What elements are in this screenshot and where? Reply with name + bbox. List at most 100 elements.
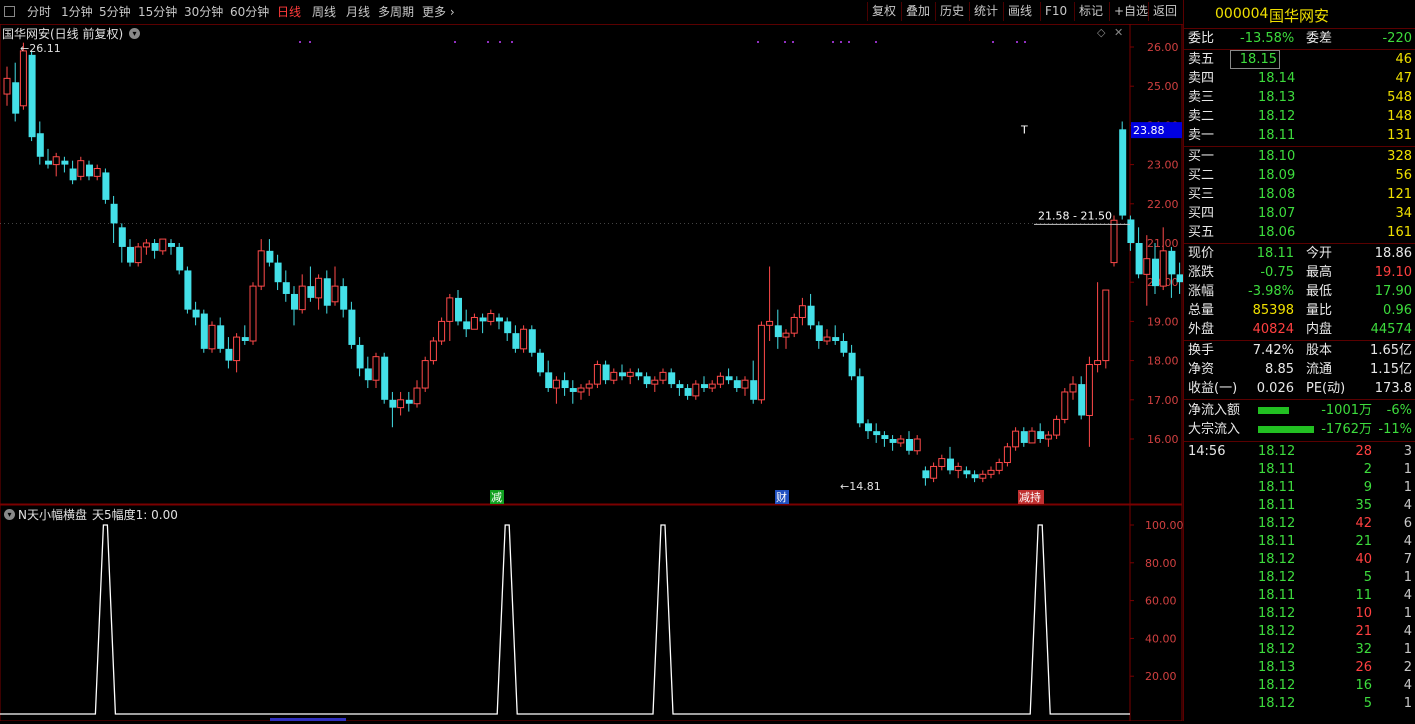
tool-button[interactable]: 画线 xyxy=(1003,2,1036,21)
candle-body xyxy=(790,316,798,334)
buy-row[interactable]: 买一 18.10 328 xyxy=(1184,147,1415,166)
candle-body xyxy=(291,293,298,310)
tool-button[interactable]: F10 xyxy=(1040,2,1071,21)
tick-volume: 21 xyxy=(1355,534,1372,549)
candle-body xyxy=(577,387,585,393)
candle-body xyxy=(405,399,413,404)
sell-label: 卖一 xyxy=(1188,128,1215,143)
indicator-line xyxy=(0,524,1130,715)
indicator-chevron-icon[interactable]: ▾ xyxy=(4,509,15,520)
period-tab[interactable]: 更多 › xyxy=(422,3,455,21)
high-price-label: ←26.11 xyxy=(20,42,61,55)
stat-value: -3.98% xyxy=(1248,284,1294,299)
stat-label: PE(动) xyxy=(1306,381,1346,396)
event-tag[interactable]: 减持 xyxy=(1019,490,1041,504)
y-tick-label: 19.00 xyxy=(1147,315,1179,328)
sell-volume: 46 xyxy=(1395,52,1412,67)
stat-row: 换手 7.42% 股本 1.65亿 xyxy=(1184,341,1415,360)
period-tab[interactable]: 15分钟 xyxy=(138,3,177,21)
candle-body xyxy=(840,341,848,353)
candle-body xyxy=(192,309,200,318)
period-tab[interactable]: 1分钟 xyxy=(61,3,93,21)
tick-count: 1 xyxy=(1403,570,1412,585)
period-tab[interactable]: 周线 xyxy=(312,3,336,21)
candle-body xyxy=(520,328,528,350)
period-tab[interactable]: 5分钟 xyxy=(99,3,131,21)
period-tab[interactable]: 60分钟 xyxy=(230,3,269,21)
event-tag[interactable]: 减 xyxy=(491,491,502,504)
candle-body xyxy=(897,438,905,444)
tick-row: 18.11 35 4 xyxy=(1184,497,1415,515)
t-marker: T xyxy=(1020,123,1028,136)
buy-label: 买一 xyxy=(1188,149,1215,164)
weibi-row: 委比 -13.58% 委差 -220 xyxy=(1184,29,1415,48)
buy-volume: 161 xyxy=(1387,225,1412,240)
candle-body xyxy=(947,458,954,471)
sell-label: 卖五 xyxy=(1188,52,1215,67)
buy-row[interactable]: 买三 18.08 121 xyxy=(1184,185,1415,204)
candle-body xyxy=(1078,384,1086,416)
candle-body xyxy=(651,379,659,385)
event-dot xyxy=(511,41,513,43)
period-tab[interactable]: 日线 xyxy=(277,3,301,21)
candle-body xyxy=(971,474,979,479)
period-tab[interactable]: 分时 xyxy=(27,3,51,21)
sell-row[interactable]: 卖一 18.11 131 xyxy=(1184,126,1415,145)
tick-price: 18.12 xyxy=(1258,444,1296,459)
sell-row[interactable]: 卖二 18.12 148 xyxy=(1184,107,1415,126)
event-dot xyxy=(792,41,794,43)
kline-chart[interactable]: 26.0025.0024.0023.0022.0021.0020.0019.00… xyxy=(0,23,1200,506)
candle-body xyxy=(1152,258,1159,287)
period-tab[interactable]: 月线 xyxy=(346,3,370,21)
stat-label: 涨跌 xyxy=(1188,265,1215,280)
tool-button[interactable]: 复权 xyxy=(867,2,900,21)
tick-volume: 10 xyxy=(1355,606,1372,621)
panel-toggle-icon[interactable] xyxy=(4,6,15,17)
sell-row[interactable]: 卖三 18.13 548 xyxy=(1184,88,1415,107)
candle-body xyxy=(807,305,815,326)
tool-button[interactable]: 返回 xyxy=(1148,2,1181,21)
indicator-frame xyxy=(0,504,1183,722)
tool-button[interactable]: 叠加 xyxy=(901,2,934,21)
stat-value: 7.42% xyxy=(1252,343,1294,358)
current-price-value: 23.88 xyxy=(1133,124,1165,137)
candle-body xyxy=(217,325,225,349)
candle-body xyxy=(865,423,872,432)
tick-row: 18.11 21 4 xyxy=(1184,533,1415,551)
period-tab[interactable]: 多周期 xyxy=(378,3,414,21)
candle-body xyxy=(356,344,364,369)
tick-volume: 21 xyxy=(1355,624,1372,639)
buy-row[interactable]: 买五 18.06 161 xyxy=(1184,223,1415,242)
candle-body xyxy=(118,227,126,247)
buy-row[interactable]: 买四 18.07 34 xyxy=(1184,204,1415,223)
candle-body xyxy=(381,356,389,400)
candle-body xyxy=(331,285,339,303)
period-tab[interactable]: 30分钟 xyxy=(184,3,223,21)
close-icon[interactable]: ✕ xyxy=(1114,26,1123,39)
buy-row[interactable]: 买二 18.09 56 xyxy=(1184,166,1415,185)
candle-body xyxy=(1143,258,1151,275)
tool-button[interactable]: +自选 xyxy=(1109,2,1152,21)
ind-tick-label: 100.00 xyxy=(1145,519,1183,532)
buy-price: 18.09 xyxy=(1258,168,1296,183)
chevron-down-icon[interactable]: ▾ xyxy=(129,28,140,39)
tool-button[interactable]: 标记 xyxy=(1074,2,1107,21)
tool-button[interactable]: 历史 xyxy=(935,2,968,21)
sell-price: 18.14 xyxy=(1258,71,1296,86)
sell-price: 18.13 xyxy=(1258,90,1296,105)
tick-volume: 42 xyxy=(1355,516,1372,531)
tool-button[interactable]: 统计 xyxy=(969,2,1002,21)
tick-count: 7 xyxy=(1403,552,1412,567)
diamond-icon[interactable]: ◇ xyxy=(1097,26,1105,39)
sell-row[interactable]: 卖五 18.15 46 xyxy=(1184,50,1415,69)
candle-body xyxy=(504,321,512,334)
sell-row[interactable]: 卖四 18.14 47 xyxy=(1184,69,1415,88)
indicator-chart[interactable]: 100.00 80.00 60.00 40.00 20.00 ▾ N天小幅横盘 天5幅度… xyxy=(0,504,1184,722)
candle-body xyxy=(266,250,274,263)
event-tag[interactable]: 财 xyxy=(776,490,787,504)
candle-body xyxy=(77,160,85,177)
candle-body xyxy=(619,372,626,377)
candle-body xyxy=(1085,364,1093,416)
candle-body xyxy=(708,383,716,389)
kline-svg: 26.0025.0024.0023.0022.0021.0020.0019.00… xyxy=(0,23,1200,506)
